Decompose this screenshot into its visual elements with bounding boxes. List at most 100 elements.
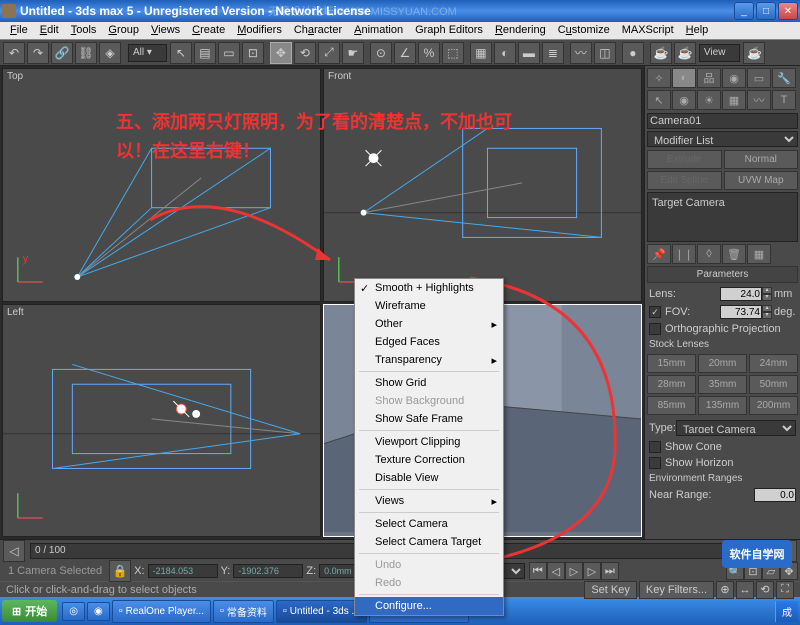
- stock-lens-button[interactable]: 85mm: [647, 396, 696, 415]
- layers-button[interactable]: ≣: [542, 42, 564, 64]
- redo-button[interactable]: ↷: [27, 42, 49, 64]
- stock-lens-button[interactable]: 35mm: [698, 375, 747, 394]
- play-button[interactable]: ▷: [565, 562, 583, 580]
- keyfilters-button[interactable]: Key Filters...: [639, 581, 714, 599]
- align-button[interactable]: ▬: [518, 42, 540, 64]
- menu-character[interactable]: Character: [288, 22, 348, 39]
- subtab-6[interactable]: T: [772, 90, 796, 110]
- tab-utilities[interactable]: 🔧: [772, 68, 796, 88]
- menu-tools[interactable]: Tools: [65, 22, 103, 39]
- context-menu-item[interactable]: Show Grid: [355, 374, 503, 392]
- tab-create[interactable]: ✧: [647, 68, 671, 88]
- percent-snap-button[interactable]: %: [418, 42, 440, 64]
- menu-group[interactable]: Group: [102, 22, 145, 39]
- fov-spin-down[interactable]: ▾: [762, 312, 772, 319]
- context-menu-item[interactable]: Wireframe: [355, 297, 503, 315]
- prev-frame-button[interactable]: ◁: [547, 562, 565, 580]
- undo-button[interactable]: ↶: [3, 42, 25, 64]
- close-button[interactable]: ✕: [778, 2, 798, 20]
- context-menu-item[interactable]: Select Camera Target: [355, 533, 503, 551]
- unlink-button[interactable]: ⛓: [75, 42, 97, 64]
- context-menu-item[interactable]: Other: [355, 315, 503, 333]
- lens-spin-down[interactable]: ▾: [762, 294, 772, 301]
- extrude-button[interactable]: Extrude: [647, 150, 722, 169]
- normal-button[interactable]: Normal: [724, 150, 799, 169]
- bind-button[interactable]: ◈: [99, 42, 121, 64]
- tab-display[interactable]: ▭: [747, 68, 771, 88]
- nav-maximize-button[interactable]: ⛶: [776, 581, 794, 599]
- system-tray[interactable]: 成: [775, 601, 798, 622]
- stack-show[interactable]: ❘❘: [672, 244, 696, 264]
- next-frame-button[interactable]: ▷: [583, 562, 601, 580]
- subtab-1[interactable]: ↖: [647, 90, 671, 110]
- menu-modifiers[interactable]: Modifiers: [231, 22, 288, 39]
- showcone-checkbox[interactable]: [649, 441, 661, 453]
- scale-button[interactable]: ⤢: [318, 42, 340, 64]
- minimize-button[interactable]: _: [734, 2, 754, 20]
- subtab-5[interactable]: 〰: [747, 90, 771, 110]
- maximize-button[interactable]: □: [756, 2, 776, 20]
- spinner-snap-button[interactable]: ⬚: [442, 42, 464, 64]
- manipulate-button[interactable]: ☛: [342, 42, 364, 64]
- modifier-list-dropdown[interactable]: Modifier List: [647, 131, 798, 147]
- material-editor-button[interactable]: ●: [622, 42, 644, 64]
- quicklaunch-2[interactable]: ◉: [87, 602, 110, 621]
- link-button[interactable]: 🔗: [51, 42, 73, 64]
- viewport-top[interactable]: Top y: [2, 68, 321, 302]
- rotate-button[interactable]: ⟲: [294, 42, 316, 64]
- selection-filter[interactable]: All ▾: [128, 44, 167, 62]
- parameters-rollout[interactable]: Parameters: [647, 266, 798, 283]
- time-config-button[interactable]: ◁: [3, 540, 25, 562]
- tab-modify[interactable]: ◐: [672, 68, 696, 88]
- context-menu-item[interactable]: Select Camera: [355, 515, 503, 533]
- taskbar-item[interactable]: ▫常备资料: [213, 600, 274, 623]
- stack-config[interactable]: ▦: [747, 244, 771, 264]
- viewport-left[interactable]: Left: [2, 304, 321, 538]
- uvwmap-button[interactable]: UVW Map: [724, 171, 799, 190]
- stack-pin[interactable]: 📌: [647, 244, 671, 264]
- context-menu-item[interactable]: Viewport Clipping: [355, 433, 503, 451]
- camera-type-dropdown[interactable]: Target Camera: [676, 420, 796, 436]
- context-menu-item[interactable]: Disable View: [355, 469, 503, 487]
- fov-field[interactable]: [720, 305, 762, 319]
- object-name-field[interactable]: [647, 113, 798, 129]
- subtab-3[interactable]: ☀: [697, 90, 721, 110]
- context-menu-item[interactable]: Smooth + Highlights: [355, 279, 503, 297]
- editspline-button[interactable]: Edit Spline: [647, 171, 722, 190]
- stock-lens-button[interactable]: 135mm: [698, 396, 747, 415]
- tab-motion[interactable]: ◉: [722, 68, 746, 88]
- modifier-stack[interactable]: Target Camera: [647, 192, 798, 242]
- menu-rendering[interactable]: Rendering: [489, 22, 552, 39]
- schematic-button[interactable]: ◫: [594, 42, 616, 64]
- named-sets-button[interactable]: ▦: [470, 42, 492, 64]
- menu-customize[interactable]: Customize: [552, 22, 616, 39]
- context-menu-item[interactable]: Transparency: [355, 351, 503, 369]
- angle-snap-button[interactable]: ∠: [394, 42, 416, 64]
- viewport-front[interactable]: Front: [323, 68, 642, 302]
- stock-lens-button[interactable]: 200mm: [749, 396, 798, 415]
- select-region-button[interactable]: ▭: [218, 42, 240, 64]
- stack-unique[interactable]: ◊: [697, 244, 721, 264]
- tab-hierarchy[interactable]: 品: [697, 68, 721, 88]
- lens-field[interactable]: [720, 287, 762, 301]
- render-scene-button[interactable]: ☕: [650, 42, 672, 64]
- context-menu-item[interactable]: Edged Faces: [355, 333, 503, 351]
- snap-button[interactable]: ⊙: [370, 42, 392, 64]
- quicklaunch-1[interactable]: ◎: [62, 602, 85, 621]
- y-coord[interactable]: [233, 564, 303, 578]
- nav-roll-button[interactable]: ⟲: [756, 581, 774, 599]
- context-menu-item[interactable]: Texture Correction: [355, 451, 503, 469]
- lock-button[interactable]: 🔒: [109, 560, 131, 582]
- stock-lens-button[interactable]: 24mm: [749, 354, 798, 373]
- subtab-4[interactable]: ▦: [722, 90, 746, 110]
- menu-help[interactable]: Help: [680, 22, 715, 39]
- menu-maxscript[interactable]: MAXScript: [616, 22, 680, 39]
- stack-remove[interactable]: 🗑: [722, 244, 746, 264]
- stock-lens-button[interactable]: 50mm: [749, 375, 798, 394]
- ortho-checkbox[interactable]: [649, 323, 661, 335]
- goto-start-button[interactable]: ⏮: [529, 562, 547, 580]
- start-button[interactable]: ⊞ 开始: [2, 600, 57, 622]
- nav-dolly-button[interactable]: ↔: [736, 581, 754, 599]
- render-type-dropdown[interactable]: View: [699, 44, 741, 62]
- goto-end-button[interactable]: ⏭: [601, 562, 619, 580]
